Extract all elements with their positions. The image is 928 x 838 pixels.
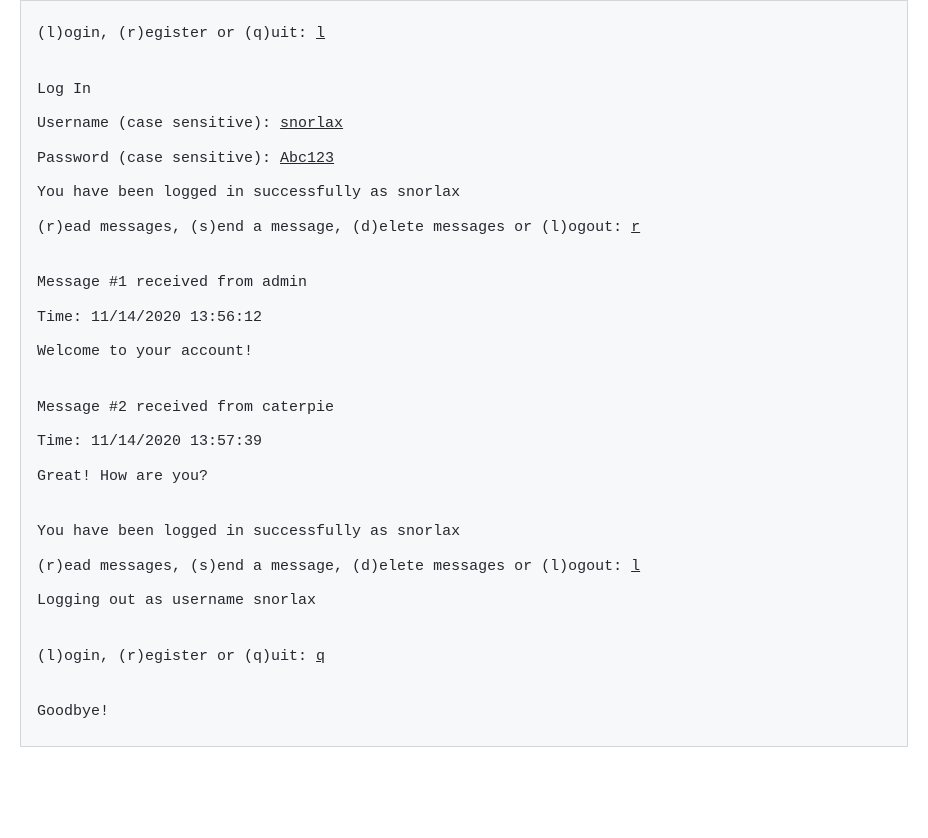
auth-input: q: [316, 648, 325, 665]
auth-prompt-line: (l)ogin, (r)egister or (q)uit: q: [37, 640, 891, 675]
login-success: You have been logged in successfully as …: [37, 176, 891, 211]
message-body: Welcome to your account!: [37, 335, 891, 370]
login-header: Log In: [37, 73, 891, 108]
message-body: Great! How are you?: [37, 460, 891, 495]
action-prompt-line: (r)ead messages, (s)end a message, (d)el…: [37, 211, 891, 246]
password-line: Password (case sensitive): Abc123: [37, 142, 891, 177]
auth-input: l: [316, 25, 325, 42]
auth-prompt-line: (l)ogin, (r)egister or (q)uit: l: [37, 17, 891, 52]
blank-line: [37, 494, 891, 515]
auth-prompt-text: (l)ogin, (r)egister or (q)uit:: [37, 25, 316, 42]
action-input: r: [631, 219, 640, 236]
username-line: Username (case sensitive): snorlax: [37, 107, 891, 142]
username-input: snorlax: [280, 115, 343, 132]
message-header: Message #2 received from caterpie: [37, 391, 891, 426]
action-input: l: [631, 558, 640, 575]
auth-prompt-text: (l)ogin, (r)egister or (q)uit:: [37, 648, 316, 665]
blank-line: [37, 370, 891, 391]
login-success: You have been logged in successfully as …: [37, 515, 891, 550]
blank-line: [37, 674, 891, 695]
logout-message: Logging out as username snorlax: [37, 584, 891, 619]
goodbye-message: Goodbye!: [37, 695, 891, 730]
message-header: Message #1 received from admin: [37, 266, 891, 301]
action-prompt-text: (r)ead messages, (s)end a message, (d)el…: [37, 219, 631, 236]
password-prompt: Password (case sensitive):: [37, 150, 280, 167]
action-prompt-text: (r)ead messages, (s)end a message, (d)el…: [37, 558, 631, 575]
password-input: Abc123: [280, 150, 334, 167]
blank-line: [37, 619, 891, 640]
message-time: Time: 11/14/2020 13:57:39: [37, 425, 891, 460]
action-prompt-line: (r)ead messages, (s)end a message, (d)el…: [37, 550, 891, 585]
blank-line: [37, 245, 891, 266]
message-time: Time: 11/14/2020 13:56:12: [37, 301, 891, 336]
blank-line: [37, 52, 891, 73]
terminal-output: (l)ogin, (r)egister or (q)uit: lLog InUs…: [20, 0, 908, 747]
username-prompt: Username (case sensitive):: [37, 115, 280, 132]
